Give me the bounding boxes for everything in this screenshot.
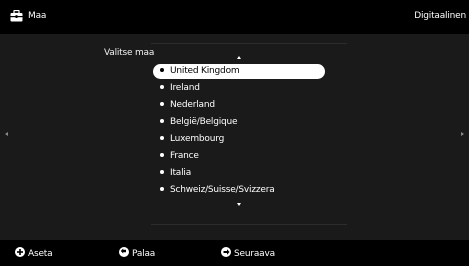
country-label: Ireland (170, 83, 200, 93)
list-item-country[interactable]: Schweiz/Suisse/Svizzera (153, 183, 325, 198)
country-label: Italia (170, 168, 192, 178)
bullet-icon (160, 170, 164, 174)
bullet-icon (160, 68, 164, 72)
footer-bar: Aseta Palaa Seuraava (0, 240, 469, 266)
bullet-icon (160, 187, 164, 191)
arrow-right-icon[interactable] (461, 132, 464, 136)
bullet-icon (160, 153, 164, 157)
list-item-country[interactable]: France (153, 149, 325, 164)
list-item-country[interactable]: Luxembourg (153, 132, 325, 147)
toolbox-icon (10, 10, 23, 22)
list-item-country[interactable]: Italia (153, 166, 325, 181)
next-label: Seuraava (234, 249, 275, 259)
tv-settings-screen: Maa Digitaalinen Valitse maa United King… (0, 0, 469, 266)
header-bar: Maa Digitaalinen (0, 0, 469, 34)
back-button[interactable]: Palaa (119, 247, 155, 259)
list-item-country[interactable]: United Kingdom (153, 64, 325, 79)
list-item-country[interactable]: België/Belgique (153, 115, 325, 130)
bullet-icon (160, 136, 164, 140)
source-label: Digitaalinen (414, 11, 466, 21)
bullet-icon (160, 85, 164, 89)
back-arrow-icon (119, 247, 129, 257)
country-label: Schweiz/Suisse/Svizzera (170, 185, 275, 195)
scroll-down-icon[interactable] (237, 203, 241, 206)
country-label: France (170, 151, 199, 161)
country-label: België/Belgique (170, 117, 238, 127)
bullet-icon (160, 119, 164, 123)
country-label: United Kingdom (170, 66, 240, 76)
country-label: Nederland (170, 100, 215, 110)
scroll-up-icon[interactable] (237, 56, 241, 59)
country-label: Luxembourg (170, 134, 225, 144)
field-label: Valitse maa (104, 48, 155, 58)
page-title: Maa (28, 11, 47, 21)
back-label: Palaa (132, 249, 156, 259)
list-item-country[interactable]: Nederland (153, 98, 325, 113)
country-list[interactable]: United Kingdom Ireland Nederland België/… (151, 43, 347, 225)
list-item-country[interactable]: Ireland (153, 81, 325, 96)
divider (151, 224, 347, 225)
bullet-icon (160, 102, 164, 106)
arrow-left-icon[interactable] (5, 132, 8, 136)
set-button[interactable]: Aseta (15, 247, 53, 259)
ok-cross-icon (15, 247, 25, 257)
set-label: Aseta (28, 249, 53, 259)
next-arrow-icon (221, 247, 231, 257)
next-button[interactable]: Seuraava (221, 247, 275, 259)
country-selection-panel: Valitse maa United Kingdom Ireland Neder… (0, 34, 469, 240)
